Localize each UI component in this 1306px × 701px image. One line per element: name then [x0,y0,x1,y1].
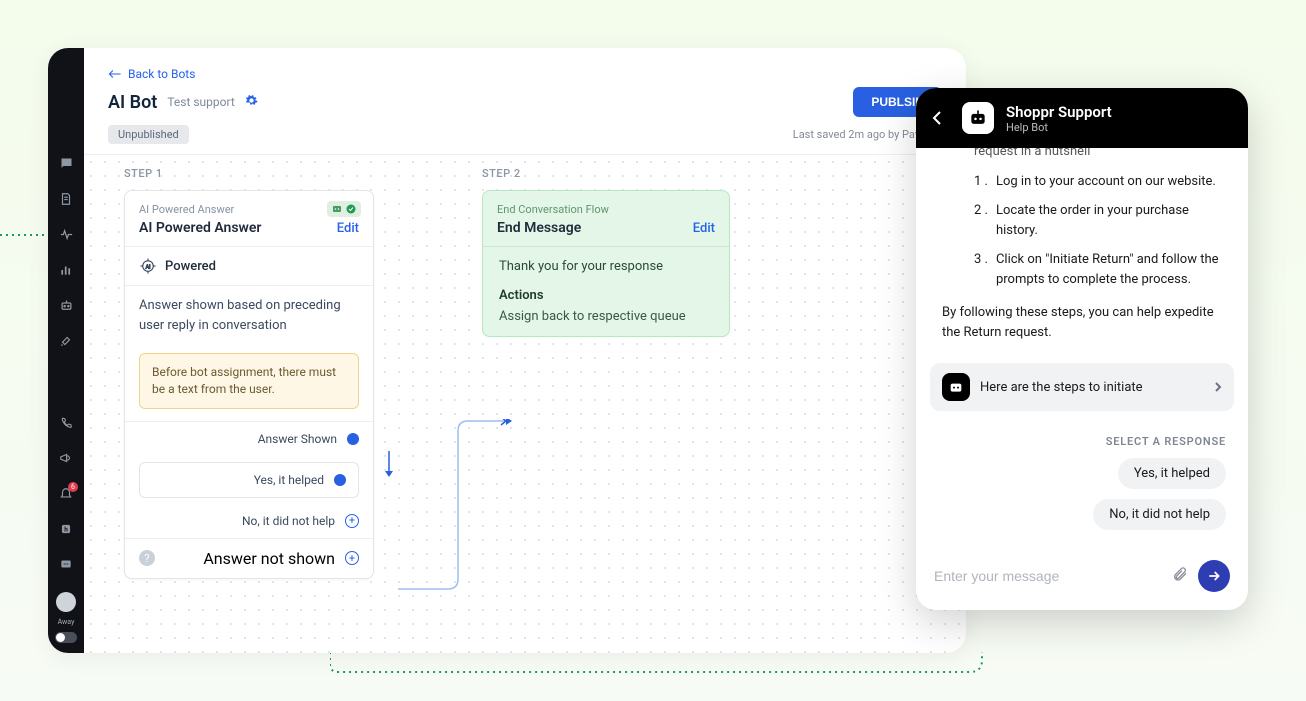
analytics-icon[interactable] [58,262,74,277]
card-type-label: End Conversation Flow [497,203,715,216]
connector-dot-icon[interactable] [347,433,359,445]
chat-icon[interactable] [58,156,74,171]
powered-label: Powered [165,259,216,274]
megaphone-icon[interactable] [58,451,74,466]
notifications-icon[interactable]: 6 [58,486,74,501]
followup-text: By following these steps, you can help e… [942,303,1230,342]
message-fragment: request in a nutshell [974,148,1230,162]
bot-status-badge: Unpublished [108,125,189,144]
add-branch-icon[interactable]: + [345,551,359,565]
connector-dot-icon[interactable] [334,474,346,486]
chat-preview-widget: Shoppr Support Help Bot request in a nut… [916,88,1248,610]
help-icon[interactable]: h [58,521,74,536]
warning-box: Before bot assignment, there must be a t… [139,353,359,409]
user-avatar[interactable] [56,592,76,612]
steps-summary-pill[interactable]: Here are the steps to initiate [930,363,1234,411]
help-tooltip-icon[interactable]: ? [139,550,155,566]
end-message-text: Thank you for your response [499,259,713,274]
chevron-right-icon [1214,378,1222,397]
pulse-icon[interactable] [58,227,74,242]
step-2-label: STEP 2 [482,167,730,180]
actions-label: Actions [499,288,713,303]
bot-subtitle: Test support [167,95,234,109]
outcome-label: Answer Shown [258,432,337,446]
outcome-label: Yes, it helped [254,473,324,487]
presence-label: Away [58,618,75,626]
card-title: AI Powered Answer [139,220,261,236]
arrow-left-icon [108,69,122,79]
svg-text:AI: AI [146,264,151,270]
attachment-icon[interactable] [1172,565,1188,587]
select-response-label: SELECT A RESPONSE [916,411,1248,458]
add-branch-icon[interactable]: + [345,514,359,528]
ai-answer-card[interactable]: AI Powered Answer AI Powered Answer Edit… [124,190,374,579]
chat-title: Shoppr Support [1006,103,1112,121]
document-icon[interactable] [58,191,74,206]
presence-toggle[interactable] [55,632,77,643]
bot-icon[interactable] [58,298,74,313]
end-message-card[interactable]: End Conversation Flow End Message Edit T… [482,190,730,337]
back-link-label: Back to Bots [128,67,195,81]
response-option-no[interactable]: No, it did not help [1093,499,1226,530]
card-description: Answer shown based on preceding user rep… [125,286,373,345]
chat-back-button[interactable] [932,110,950,126]
powered-row: AI Powered [125,247,373,286]
chat-subtitle: Help Bot [1006,121,1112,134]
settings-gear-icon[interactable] [245,94,258,110]
ai-sparkle-icon: AI [139,257,157,275]
step-1-label: STEP 1 [124,167,374,180]
arrow-down-icon [384,451,394,481]
bot-avatar-icon [962,102,994,134]
svg-text:h: h [64,525,68,533]
tools-icon[interactable] [58,333,74,348]
action-item: Assign back to respective queue [499,309,713,324]
main-sidebar: 6 h Away [48,48,84,653]
editor-main: Back to Bots AI Bot Test support PUBLSIH… [84,48,966,653]
step-item: Click on "Initiate Return" and follow th… [996,250,1230,289]
outcome-label: Answer not shown [203,549,335,568]
outcome-label: No, it did not help [242,514,335,528]
response-option-yes[interactable]: Yes, it helped [1118,458,1226,489]
bot-avatar-small-icon [942,373,970,401]
outcome-no-help[interactable]: No, it did not help + [125,504,373,538]
notification-badge: 6 [68,482,78,492]
chat-messages: request in a nutshell 1 .Log in to your … [916,148,1248,355]
bot-title: AI Bot [108,92,157,113]
flow-canvas[interactable]: STEP 1 AI Powered Answer AI Powered Answ… [84,155,966,653]
chat-header: Shoppr Support Help Bot [916,88,1248,148]
outcome-yes-helped[interactable]: Yes, it helped [139,462,359,498]
step-item: Locate the order in your purchase histor… [996,201,1230,240]
outcome-not-shown[interactable]: ? Answer not shown + [125,538,373,578]
pill-text: Here are the steps to initiate [980,380,1204,395]
response-options: Yes, it helped No, it did not help [916,458,1248,546]
ai-badge-icon [327,201,361,217]
chat-message-input[interactable] [934,568,1162,584]
chat-input-row [916,546,1248,610]
steps-list: 1 .Log in to your account on our website… [974,172,1230,290]
edit-card-link[interactable]: Edit [337,221,359,236]
messages-icon[interactable] [58,557,74,572]
bot-editor-window: 6 h Away Back to Bots AI Bot Test suppor… [48,48,966,653]
edit-card-link[interactable]: Edit [693,221,715,236]
send-button[interactable] [1198,560,1230,592]
step-item: Log in to your account on our website. [996,172,1216,192]
card-type-label: AI Powered Answer [139,203,359,216]
phone-icon[interactable] [58,415,74,430]
card-title: End Message [497,220,581,236]
back-to-bots-link[interactable]: Back to Bots [108,67,195,81]
outcome-answer-shown[interactable]: Answer Shown [125,422,373,456]
editor-header: Back to Bots AI Bot Test support PUBLSIH… [84,48,966,155]
